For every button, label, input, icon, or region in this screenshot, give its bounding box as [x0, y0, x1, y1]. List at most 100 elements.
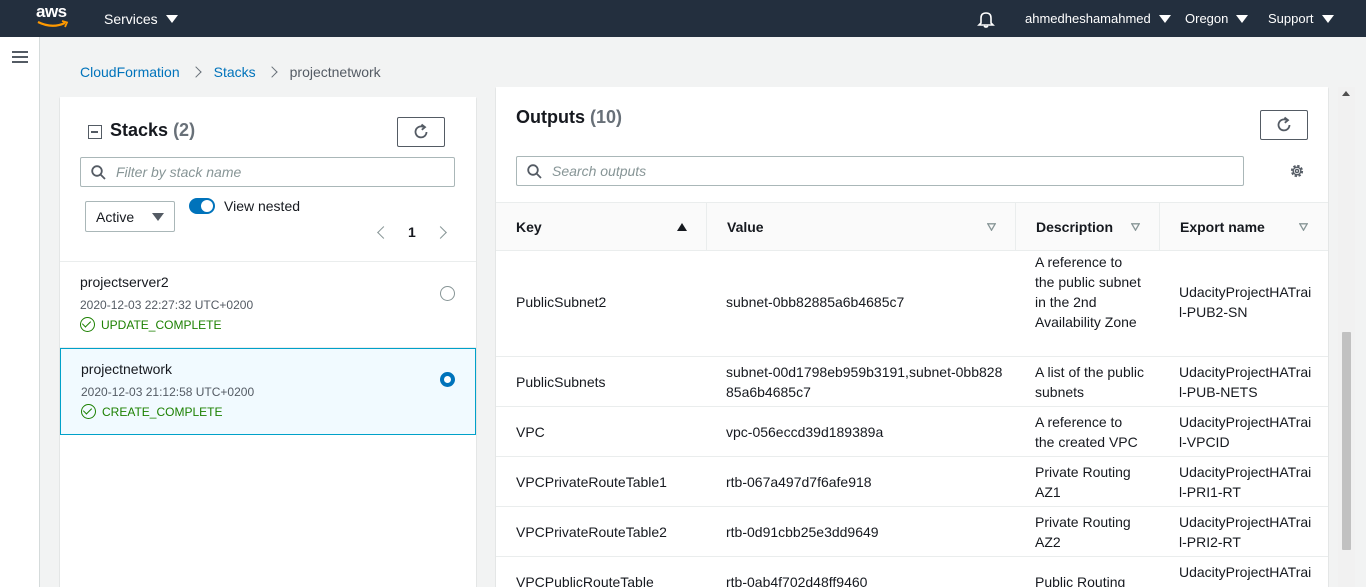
- stack-name[interactable]: projectserver2: [80, 274, 169, 290]
- collapse-icon[interactable]: [88, 125, 102, 139]
- services-label: Services: [104, 10, 158, 27]
- outputs-table-header: Key Value Description Export name: [496, 202, 1328, 251]
- support-menu[interactable]: Support: [1268, 0, 1334, 37]
- table-row: VPCPrivateRouteTable2 rtb-0d91cbb25e3dd9…: [496, 507, 1328, 557]
- view-nested-toggle[interactable]: [189, 198, 215, 214]
- column-header-description[interactable]: Description: [1015, 203, 1159, 250]
- output-export-name: UdacityProjectHATrail-VPCID: [1179, 414, 1312, 450]
- search-icon: [91, 164, 106, 180]
- outputs-count: (10): [590, 107, 623, 127]
- gear-icon[interactable]: [1289, 163, 1305, 179]
- account-menu[interactable]: ahmedheshamahmed: [1025, 0, 1171, 37]
- outputs-panel: Outputs (10) Search outputs Key Value De…: [496, 87, 1328, 587]
- output-description: A reference to the created VPC: [1035, 414, 1138, 450]
- table-row: PublicSubnets subnet-00d1798eb959b3191,s…: [496, 357, 1328, 407]
- outputs-search-placeholder: Search outputs: [552, 163, 647, 179]
- stack-list-item[interactable]: projectserver2 2020-12-03 22:27:32 UTC+0…: [60, 262, 476, 348]
- outputs-title-text: Outputs: [516, 107, 585, 127]
- scrollbar-thumb[interactable]: [1342, 332, 1351, 550]
- stack-date: 2020-12-03 22:27:32 UTC+0200: [80, 298, 254, 312]
- page-scrollbar[interactable]: [1338, 87, 1355, 587]
- stack-name[interactable]: projectnetwork: [81, 361, 172, 377]
- next-page-icon[interactable]: [433, 225, 447, 239]
- output-value: rtb-0d91cbb25e3dd9649: [726, 524, 879, 540]
- aws-logo-text: aws: [36, 2, 67, 21]
- region-label: Oregon: [1185, 11, 1229, 26]
- stack-radio[interactable]: [440, 286, 455, 301]
- table-row: VPCPrivateRouteTable1 rtb-067a497d7f6afe…: [496, 457, 1328, 507]
- output-key: VPCPrivateRouteTable2: [516, 524, 667, 540]
- sort-icon: [1131, 223, 1140, 231]
- top-navigation-bar: aws Services ahmedheshamahmed Oregon Sup…: [0, 0, 1366, 37]
- outputs-search-input[interactable]: Search outputs: [516, 156, 1244, 186]
- chevron-down-icon: [165, 14, 178, 23]
- stacks-panel-header: Stacks (2) Filter by stack name Active V…: [60, 97, 476, 262]
- output-key: PublicSubnet2: [516, 294, 607, 310]
- stacks-refresh-button[interactable]: [397, 117, 445, 147]
- services-menu[interactable]: Services: [104, 0, 178, 37]
- stack-status: UPDATE_COMPLETE: [80, 317, 221, 332]
- chevron-down-icon: [1236, 14, 1249, 23]
- aws-smile-icon: [37, 20, 69, 28]
- breadcrumb: CloudFormation Stacks projectnetwork: [80, 62, 381, 82]
- output-description: Private Routing AZ2: [1035, 514, 1131, 550]
- output-key: VPCPrivateRouteTable1: [516, 474, 667, 490]
- aws-logo[interactable]: aws: [36, 3, 72, 31]
- stacks-title: Stacks (2): [110, 120, 195, 141]
- column-header-export-name[interactable]: Export name: [1159, 203, 1328, 250]
- page-number[interactable]: 1: [408, 224, 416, 240]
- chevron-right-icon: [265, 66, 278, 78]
- notifications-button[interactable]: [977, 0, 995, 37]
- stack-search-input[interactable]: Filter by stack name: [80, 157, 455, 187]
- column-label: Export name: [1180, 218, 1265, 235]
- output-export-name: UdacityProjectHATrail-PUB-NETS: [1179, 364, 1312, 400]
- stack-date: 2020-12-03 21:12:58 UTC+0200: [81, 385, 255, 399]
- output-value: subnet-0bb82885a6b4685c7: [726, 294, 905, 310]
- column-header-key[interactable]: Key: [496, 203, 706, 250]
- output-value: rtb-067a497d7f6afe918: [726, 474, 872, 490]
- output-key: VPCPublicRouteTable: [516, 574, 654, 587]
- output-value: vpc-056eccd39d189389a: [726, 424, 884, 440]
- output-description: A reference to the public subnet in the …: [1035, 254, 1141, 330]
- stacks-count: (2): [173, 120, 196, 140]
- stack-list-item-selected[interactable]: projectnetwork 2020-12-03 21:12:58 UTC+0…: [60, 348, 476, 435]
- support-label: Support: [1268, 11, 1314, 26]
- table-row: VPC vpc-056eccd39d189389a A reference to…: [496, 407, 1328, 457]
- column-header-value[interactable]: Value: [706, 203, 1015, 250]
- output-export-name: UdacityProjectHATrail-PRI2-RT: [1179, 514, 1312, 550]
- refresh-icon: [414, 123, 428, 139]
- view-nested-label: View nested: [224, 198, 301, 214]
- region-menu[interactable]: Oregon: [1185, 0, 1249, 37]
- breadcrumb-cloudformation[interactable]: CloudFormation: [80, 64, 180, 80]
- column-label: Value: [727, 218, 764, 235]
- scroll-up-arrow-icon[interactable]: [1342, 91, 1350, 96]
- column-label: Key: [516, 218, 542, 235]
- output-key: VPC: [516, 424, 545, 440]
- breadcrumb-stacks[interactable]: Stacks: [214, 64, 256, 80]
- output-value: rtb-0ab4f702d48ff9460: [726, 574, 868, 587]
- stack-status-text: CREATE_COMPLETE: [102, 404, 223, 419]
- output-description: Private Routing AZ1: [1035, 464, 1131, 500]
- breadcrumb-current: projectnetwork: [289, 64, 381, 80]
- check-circle-icon: [81, 404, 96, 419]
- sort-icon: [1299, 223, 1308, 231]
- previous-page-icon[interactable]: [377, 225, 390, 239]
- sort-ascending-icon: [677, 223, 687, 231]
- sort-icon: [987, 223, 996, 231]
- output-key: PublicSubnets: [516, 374, 606, 390]
- output-description: A list of the public subnets: [1035, 364, 1144, 400]
- hamburger-icon[interactable]: [12, 51, 28, 64]
- check-circle-icon: [80, 317, 95, 332]
- output-value: subnet-00d1798eb959b3191,subnet-0bb82885…: [726, 364, 1003, 400]
- stacks-panel: Stacks (2) Filter by stack name Active V…: [60, 97, 476, 587]
- chevron-down-icon: [1321, 14, 1334, 23]
- chevron-right-icon: [189, 66, 202, 78]
- output-export-name: UdacityProjectHATrail-PRI1-RT: [1179, 464, 1312, 500]
- status-filter-select[interactable]: Active: [85, 201, 175, 232]
- stack-radio-selected[interactable]: [440, 372, 455, 387]
- chevron-down-icon: [152, 213, 164, 221]
- outputs-refresh-button[interactable]: [1260, 110, 1308, 140]
- chevron-down-icon: [1158, 14, 1171, 23]
- outputs-title: Outputs (10): [516, 107, 622, 128]
- output-export-name: UdacityProjectHATrail-PUB2-SN: [1179, 284, 1312, 320]
